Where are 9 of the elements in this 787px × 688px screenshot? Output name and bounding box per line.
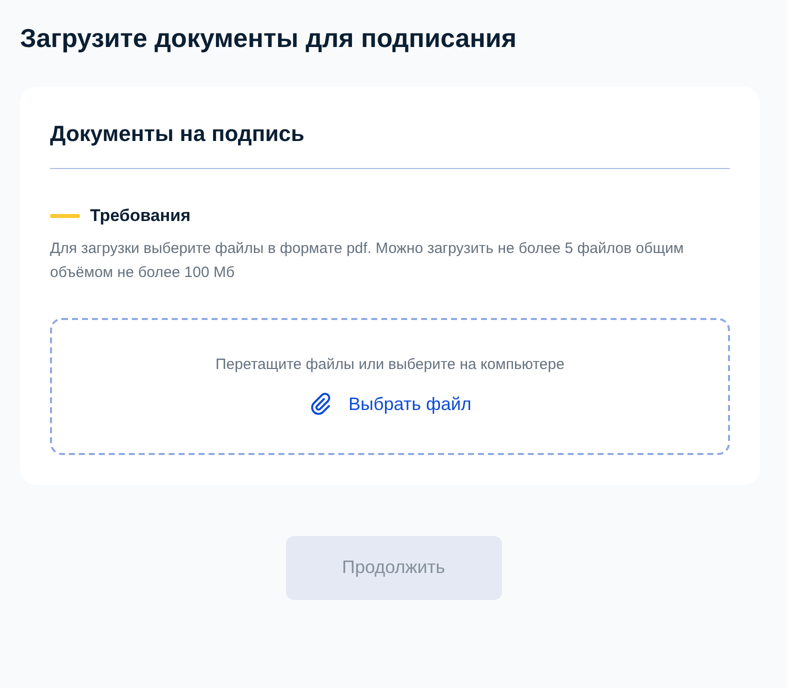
page-title: Загрузите документы для подписания [20,22,517,55]
marker-bar [50,214,80,218]
file-dropzone[interactable]: Перетащите файлы или выберите на компьютере Выбрать файл [50,318,730,454]
choose-file-link[interactable]: Выбрать файл [308,390,472,418]
card-title: Документы на подпись [50,120,304,148]
dropzone-hint: Перетащите файлы или выберите на компьютере [216,355,564,376]
requirements-text: Для загрузки выберите файлы в формате pdf. Можно загрузить не более 5 файлов общим объёмом не более 100 Мб [50,238,685,282]
paperclip-icon [308,392,333,416]
requirements-title: Требования [90,205,191,227]
